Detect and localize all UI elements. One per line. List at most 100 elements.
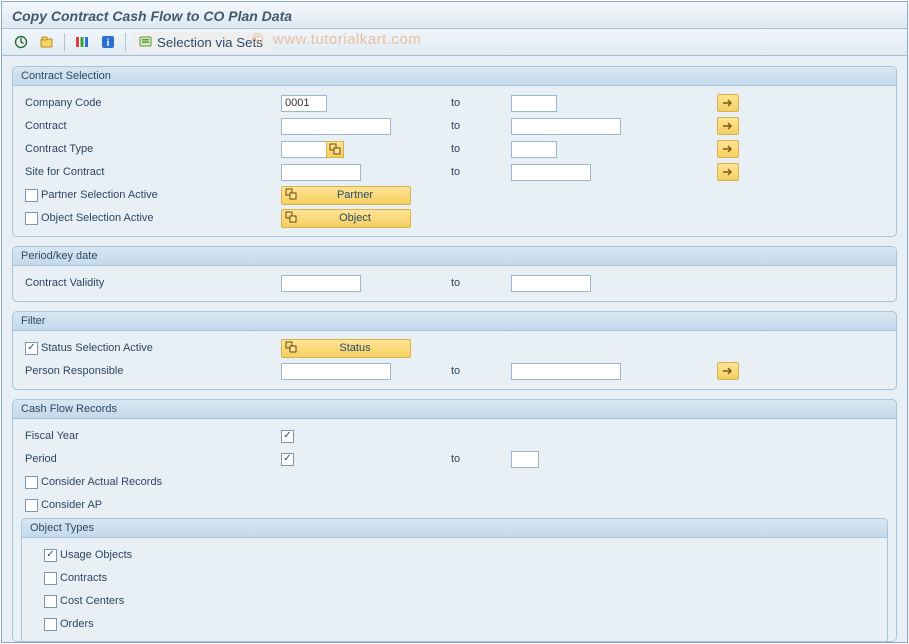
status-button[interactable]: Status [281, 339, 411, 358]
status-selection-label: Status Selection Active [41, 342, 153, 354]
search-help-icon [329, 143, 341, 155]
consider-actual-checkbox[interactable] [25, 476, 38, 489]
arrow-right-icon [722, 121, 734, 131]
person-multiselect-button[interactable] [717, 362, 739, 380]
person-from-input[interactable] [281, 363, 391, 380]
object-selection-checkbox[interactable] [25, 212, 38, 225]
period-label: Period [21, 453, 281, 465]
contract-type-multiselect-button[interactable] [717, 140, 739, 158]
contracts-checkbox[interactable] [44, 572, 57, 585]
company-code-label: Company Code [21, 97, 281, 109]
partner-selection-checkbox[interactable] [25, 189, 38, 202]
group-period: Period/key date Contract Validity to [12, 246, 897, 302]
partner-selection-label: Partner Selection Active [41, 189, 158, 201]
expand-icon [285, 341, 299, 355]
object-button[interactable]: Object [281, 209, 411, 228]
to-label: to [391, 365, 511, 377]
site-to-input[interactable] [511, 164, 591, 181]
site-label: Site for Contract [21, 166, 281, 178]
validity-to-input[interactable] [511, 275, 591, 292]
info-button[interactable]: i [97, 32, 119, 52]
contract-from-input[interactable] [281, 118, 391, 135]
fiscal-year-label: Fiscal Year [21, 430, 281, 442]
selection-via-sets-button[interactable]: Selection via Sets [132, 32, 270, 52]
object-selection-label: Object Selection Active [41, 212, 154, 224]
arrow-right-icon [722, 98, 734, 108]
toolbar-separator [125, 33, 126, 51]
arrow-right-icon [722, 144, 734, 154]
usage-objects-label: Usage Objects [60, 549, 132, 561]
group-contract-selection: Contract Selection Company Code to Contr… [12, 66, 897, 237]
toolbar-separator [64, 33, 65, 51]
group-title: Object Types [22, 519, 887, 538]
group-title: Period/key date [13, 247, 896, 266]
to-label: to [391, 143, 511, 155]
arrow-right-icon [722, 366, 734, 376]
person-responsible-label: Person Responsible [21, 365, 281, 377]
svg-text:i: i [107, 38, 110, 49]
contract-type-label: Contract Type [21, 143, 281, 155]
contract-to-input[interactable] [511, 118, 621, 135]
period-checkbox[interactable] [281, 453, 294, 466]
contract-label: Contract [21, 120, 281, 132]
folder-variant-icon [40, 35, 54, 49]
site-multiselect-button[interactable] [717, 163, 739, 181]
contract-validity-label: Contract Validity [21, 277, 281, 289]
to-label: to [391, 166, 511, 178]
partner-button[interactable]: Partner [281, 186, 411, 205]
orders-checkbox[interactable] [44, 618, 57, 631]
contract-type-search-button[interactable] [326, 141, 344, 158]
dynamic-selections-button[interactable] [71, 32, 93, 52]
consider-ap-label: Consider AP [41, 499, 102, 511]
execute-button[interactable] [10, 32, 32, 52]
group-cash-flow: Cash Flow Records Fiscal Year Period to … [12, 399, 897, 642]
company-code-multiselect-button[interactable] [717, 94, 739, 112]
content-area: Contract Selection Company Code to Contr… [2, 56, 907, 642]
info-icon: i [101, 35, 115, 49]
selection-via-sets-label: Selection via Sets [157, 35, 263, 50]
expand-icon [285, 188, 299, 202]
app-window: Copy Contract Cash Flow to CO Plan Data … [1, 1, 908, 643]
cost-centers-checkbox[interactable] [44, 595, 57, 608]
watermark: © www.tutorialkart.com [252, 31, 421, 48]
arrow-right-icon [722, 167, 734, 177]
to-label: to [391, 97, 511, 109]
orders-label: Orders [60, 618, 94, 630]
projects-label: Projects [60, 641, 100, 642]
group-title: Contract Selection [13, 67, 896, 86]
site-from-input[interactable] [281, 164, 361, 181]
contracts-label: Contracts [60, 572, 107, 584]
expand-icon [285, 211, 299, 225]
get-variant-button[interactable] [36, 32, 58, 52]
status-button-label: Status [339, 342, 370, 354]
partner-button-label: Partner [337, 189, 373, 201]
object-button-label: Object [339, 212, 371, 224]
person-to-input[interactable] [511, 363, 621, 380]
clock-execute-icon [14, 35, 28, 49]
sets-icon [139, 35, 153, 49]
cost-centers-label: Cost Centers [60, 595, 124, 607]
usage-objects-checkbox[interactable] [44, 549, 57, 562]
company-code-to-input[interactable] [511, 95, 557, 112]
group-title: Cash Flow Records [13, 400, 896, 419]
consider-ap-checkbox[interactable] [25, 499, 38, 512]
group-object-types: Object Types Usage Objects Contracts Cos… [21, 518, 888, 642]
page-title: Copy Contract Cash Flow to CO Plan Data [2, 2, 907, 29]
validity-from-input[interactable] [281, 275, 361, 292]
contract-multiselect-button[interactable] [717, 117, 739, 135]
to-label: to [391, 453, 511, 465]
group-title: Filter [13, 312, 896, 331]
consider-actual-label: Consider Actual Records [41, 476, 162, 488]
contract-type-to-input[interactable] [511, 141, 557, 158]
projects-checkbox[interactable] [44, 641, 57, 643]
status-selection-checkbox[interactable] [25, 342, 38, 355]
fiscal-year-checkbox[interactable] [281, 430, 294, 443]
to-label: to [391, 277, 511, 289]
contract-type-from-input[interactable] [281, 141, 327, 158]
to-label: to [391, 120, 511, 132]
rgb-bars-icon [75, 35, 89, 49]
toolbar: i Selection via Sets © www.tutorialkart.… [2, 29, 907, 56]
period-to-input[interactable] [511, 451, 539, 468]
company-code-from-input[interactable] [281, 95, 327, 112]
group-filter: Filter Status Selection Active Status Pe… [12, 311, 897, 390]
